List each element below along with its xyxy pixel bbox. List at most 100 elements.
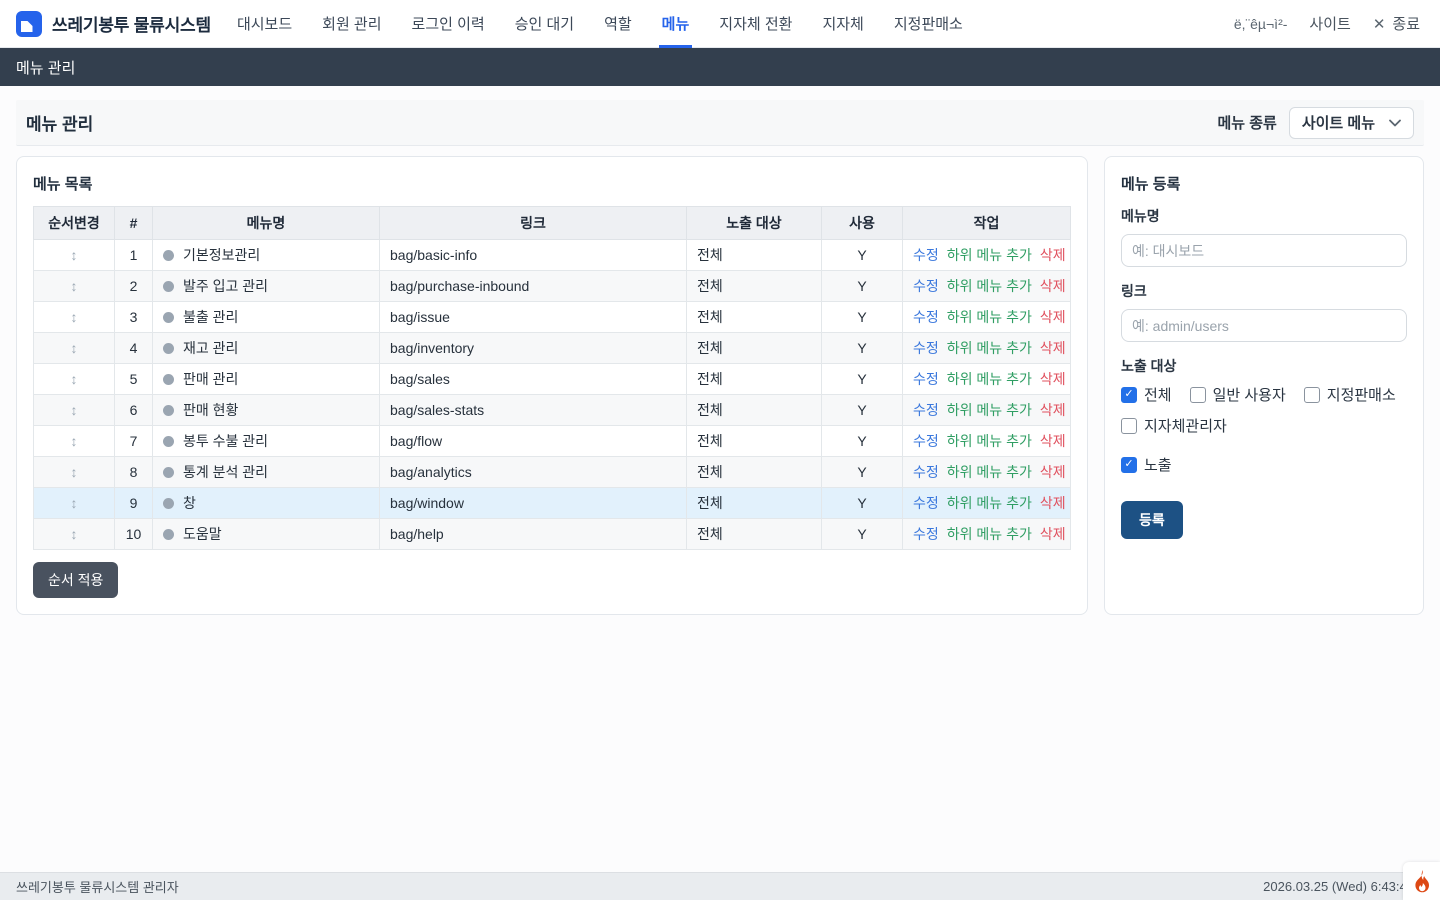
exit-button[interactable]: ✕ 종료 [1373, 13, 1420, 34]
checkbox-icon[interactable] [1121, 387, 1137, 403]
add-submenu-link[interactable]: 하위 메뉴 추가 [947, 433, 1032, 449]
brand[interactable]: 쓰레기봉투 물류시스템 [16, 11, 211, 37]
target-checkbox-지정판매소[interactable]: 지정판매소 [1304, 384, 1396, 405]
footer: 쓰레기봉투 물류시스템 관리자 2026.03.25 (Wed) 6:43:43 [0, 872, 1440, 900]
menu-type-label: 메뉴 종류 [1217, 112, 1276, 133]
delete-link[interactable]: 삭제 [1040, 464, 1066, 480]
column-header: 사용 [822, 207, 903, 240]
target-checkbox-전체[interactable]: 전체 [1121, 384, 1172, 405]
drag-handle-icon[interactable]: ↕ [71, 247, 78, 263]
checkbox-icon[interactable] [1121, 418, 1137, 434]
checkbox-label: 노출 [1144, 454, 1172, 475]
nav-item-회원 관리[interactable]: 회원 관리 [322, 0, 381, 48]
checkbox-icon[interactable] [1190, 387, 1206, 403]
site-link[interactable]: 사이트 [1309, 13, 1350, 34]
edit-link[interactable]: 수정 [913, 340, 939, 356]
menu-target: 전체 [687, 302, 822, 333]
drag-handle-icon[interactable]: ↕ [71, 402, 78, 418]
nav-item-승인 대기[interactable]: 승인 대기 [515, 0, 574, 48]
menu-name: 발주 입고 관리 [183, 278, 268, 294]
bullet-icon [163, 436, 174, 447]
edit-link[interactable]: 수정 [913, 371, 939, 387]
add-submenu-link[interactable]: 하위 메뉴 추가 [947, 371, 1032, 387]
menu-use: Y [822, 333, 903, 364]
drag-handle-icon[interactable]: ↕ [71, 495, 78, 511]
column-header: 노출 대상 [687, 207, 822, 240]
checkbox-icon[interactable] [1121, 457, 1137, 473]
nav-item-로그인 이력[interactable]: 로그인 이력 [412, 0, 485, 48]
edit-link[interactable]: 수정 [913, 402, 939, 418]
delete-link[interactable]: 삭제 [1040, 402, 1066, 418]
delete-link[interactable]: 삭제 [1040, 371, 1066, 387]
add-submenu-link[interactable]: 하위 메뉴 추가 [947, 526, 1032, 542]
exit-label: 종료 [1392, 13, 1420, 34]
drag-handle-icon[interactable]: ↕ [71, 278, 78, 294]
delete-link[interactable]: 삭제 [1040, 495, 1066, 511]
menu-type-select[interactable]: 사이트 메뉴 [1289, 107, 1414, 139]
edit-link[interactable]: 수정 [913, 247, 939, 263]
menu-link: bag/inventory [380, 333, 687, 364]
menu-target: 전체 [687, 271, 822, 302]
nav-item-지자체[interactable]: 지자체 [822, 0, 863, 48]
menu-use: Y [822, 271, 903, 302]
column-header: 메뉴명 [153, 207, 380, 240]
delete-link[interactable]: 삭제 [1040, 433, 1066, 449]
debug-toolbar-button[interactable] [1403, 862, 1440, 900]
chevron-down-icon [1389, 119, 1401, 127]
drag-handle-icon[interactable]: ↕ [71, 464, 78, 480]
row-number: 10 [115, 519, 153, 550]
delete-link[interactable]: 삭제 [1040, 340, 1066, 356]
menu-name: 판매 현황 [183, 402, 238, 418]
menu-name: 판매 관리 [183, 371, 238, 387]
edit-link[interactable]: 수정 [913, 309, 939, 325]
edit-link[interactable]: 수정 [913, 495, 939, 511]
target-checkbox-지자체관리자[interactable]: 지자체관리자 [1121, 415, 1227, 436]
add-submenu-link[interactable]: 하위 메뉴 추가 [947, 495, 1032, 511]
edit-link[interactable]: 수정 [913, 433, 939, 449]
add-submenu-link[interactable]: 하위 메뉴 추가 [947, 464, 1032, 480]
delete-link[interactable]: 삭제 [1040, 526, 1066, 542]
add-submenu-link[interactable]: 하위 메뉴 추가 [947, 340, 1032, 356]
drag-handle-icon[interactable]: ↕ [71, 526, 78, 542]
menu-link-input[interactable] [1121, 309, 1407, 342]
menu-link: bag/flow [380, 426, 687, 457]
register-button[interactable]: 등록 [1121, 501, 1183, 539]
row-number: 2 [115, 271, 153, 302]
delete-link[interactable]: 삭제 [1040, 278, 1066, 294]
add-submenu-link[interactable]: 하위 메뉴 추가 [947, 309, 1032, 325]
nav-item-메뉴[interactable]: 메뉴 [662, 0, 690, 48]
add-submenu-link[interactable]: 하위 메뉴 추가 [947, 247, 1032, 263]
add-submenu-link[interactable]: 하위 메뉴 추가 [947, 278, 1032, 294]
menu-name: 불출 관리 [183, 309, 238, 325]
edit-link[interactable]: 수정 [913, 526, 939, 542]
table-row: ↕10도움말bag/help전체Y수정하위 메뉴 추가삭제 [34, 519, 1071, 550]
visible-checkbox-노출[interactable]: 노출 [1121, 454, 1172, 475]
footer-datetime: 2026.03.25 (Wed) 6:43:43 [1263, 879, 1414, 894]
table-row: ↕2발주 입고 관리bag/purchase-inbound전체Y수정하위 메뉴… [34, 271, 1071, 302]
nav-item-지자체 전환[interactable]: 지자체 전환 [719, 0, 792, 48]
nav-item-역할[interactable]: 역할 [604, 0, 632, 48]
checkbox-icon[interactable] [1304, 387, 1320, 403]
edit-link[interactable]: 수정 [913, 464, 939, 480]
target-checkbox-group: 전체 일반 사용자 지정판매소지자체관리자 [1121, 384, 1407, 436]
bullet-icon [163, 281, 174, 292]
drag-handle-icon[interactable]: ↕ [71, 340, 78, 356]
menu-name-input[interactable] [1121, 234, 1407, 267]
nav-item-지정판매소[interactable]: 지정판매소 [894, 0, 963, 48]
breadcrumb-title: 메뉴 관리 [16, 57, 75, 78]
edit-link[interactable]: 수정 [913, 278, 939, 294]
delete-link[interactable]: 삭제 [1040, 309, 1066, 325]
menu-name: 기본정보관리 [183, 247, 260, 263]
table-row: ↕5판매 관리bag/sales전체Y수정하위 메뉴 추가삭제 [34, 364, 1071, 395]
add-submenu-link[interactable]: 하위 메뉴 추가 [947, 402, 1032, 418]
column-header: # [115, 207, 153, 240]
apply-order-button[interactable]: 순서 적용 [33, 562, 118, 598]
target-checkbox-일반 사용자[interactable]: 일반 사용자 [1190, 384, 1286, 405]
nav-item-대시보드[interactable]: 대시보드 [237, 0, 292, 48]
drag-handle-icon[interactable]: ↕ [71, 371, 78, 387]
menu-table: 순서변경#메뉴명링크노출 대상사용작업 ↕1기본정보관리bag/basic-in… [33, 206, 1071, 550]
drag-handle-icon[interactable]: ↕ [71, 309, 78, 325]
drag-handle-icon[interactable]: ↕ [71, 433, 78, 449]
content-row: 메뉴 목록 순서변경#메뉴명링크노출 대상사용작업 ↕1기본정보관리bag/ba… [16, 156, 1424, 615]
delete-link[interactable]: 삭제 [1040, 247, 1066, 263]
